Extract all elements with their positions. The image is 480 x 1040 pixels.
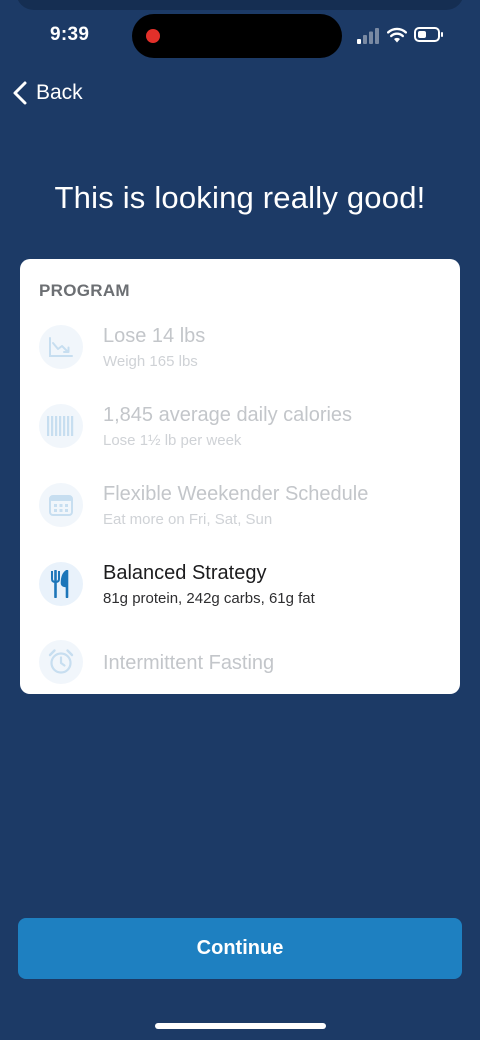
fork-knife-icon (39, 562, 83, 606)
status-top-band (16, 0, 464, 10)
continue-button[interactable]: Continue (18, 918, 462, 979)
item-title: Lose 14 lbs (103, 325, 206, 347)
chevron-left-icon (13, 81, 27, 105)
back-label: Back (36, 81, 83, 104)
status-bar: 9:39 (0, 0, 480, 70)
item-subtitle: 81g protein, 242g carbs, 61g fat (103, 590, 315, 607)
item-title: 1,845 average daily calories (103, 404, 353, 426)
item-title: Flexible Weekender Schedule (103, 483, 369, 505)
program-card-title: PROGRAM (39, 281, 130, 300)
item-subtitle: Lose 1½ lb per week (103, 432, 242, 449)
page-title: This is looking really good! (54, 180, 426, 215)
weight-trend-icon (39, 325, 83, 369)
calorie-bars-icon (39, 404, 83, 448)
dynamic-island (132, 14, 342, 58)
calendar-icon (39, 483, 83, 527)
item-title: Intermittent Fasting (103, 652, 275, 674)
item-subtitle: Eat more on Fri, Sat, Sun (103, 511, 273, 528)
wifi-icon (387, 27, 407, 43)
status-time: 9:39 (50, 24, 90, 45)
home-indicator[interactable] (155, 1023, 326, 1029)
program-card: PROGRAM Lose 14 lbs Weigh 165 lbs 1,845 … (20, 259, 460, 694)
program-item-fasting: Intermittent Fasting (39, 640, 449, 690)
alarm-clock-icon (39, 640, 83, 684)
recording-indicator-icon (146, 29, 160, 43)
back-button[interactable]: Back (12, 78, 83, 108)
item-title: Balanced Strategy (103, 562, 267, 584)
program-item-schedule: Flexible Weekender Schedule Eat more on … (39, 483, 449, 533)
battery-icon (414, 27, 443, 42)
cellular-signal-icon (357, 28, 379, 44)
battery-level (418, 31, 426, 38)
program-item-weight-goal: Lose 14 lbs Weigh 165 lbs (39, 325, 449, 375)
item-subtitle: Weigh 165 lbs (103, 353, 198, 370)
program-item-daily-calories: 1,845 average daily calories Lose 1½ lb … (39, 404, 449, 454)
program-item-strategy: Balanced Strategy 81g protein, 242g carb… (39, 562, 449, 612)
